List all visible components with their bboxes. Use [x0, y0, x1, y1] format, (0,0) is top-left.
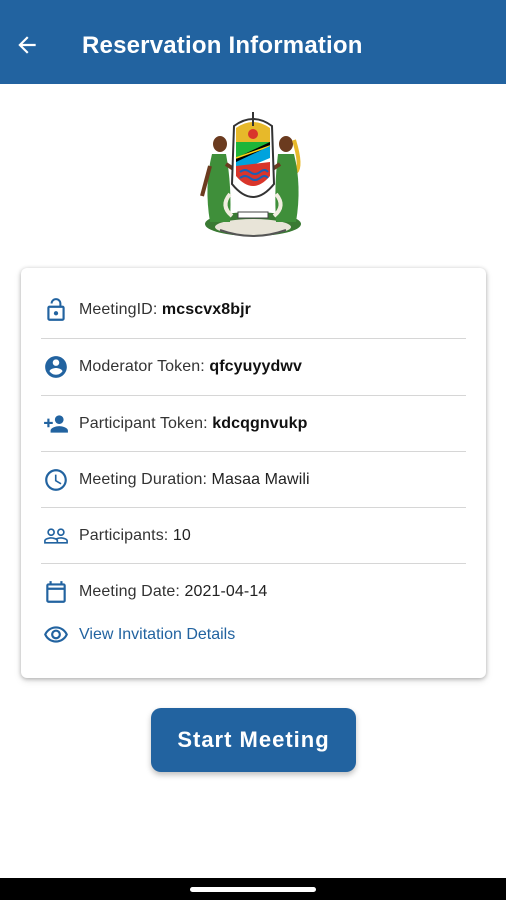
meeting-id-row: MeetingID: mcscvx8bjr: [41, 282, 466, 338]
eye-icon: [41, 620, 71, 650]
participant-token-value: kdcqgnvukp: [212, 415, 308, 432]
clock-icon: [41, 465, 71, 495]
calendar-icon: [41, 577, 71, 607]
meeting-duration-label: Meeting Duration:: [79, 471, 212, 488]
meeting-duration-row: Meeting Duration: Masaa Mawili: [41, 452, 466, 508]
app-bar: Reservation Information: [0, 0, 506, 84]
home-gesture-handle[interactable]: [190, 887, 316, 892]
lock-icon: [41, 295, 71, 325]
coat-of-arms-icon: [190, 106, 316, 240]
meeting-date-label: Meeting Date:: [79, 583, 185, 600]
people-icon: [41, 521, 71, 551]
view-invitation-details-label: View Invitation Details: [79, 626, 236, 643]
page-title: Reservation Information: [82, 32, 363, 59]
meeting-duration-value: Masaa Mawili: [211, 471, 310, 488]
meeting-date-value: 2021-04-14: [184, 583, 268, 600]
person-add-icon: [41, 409, 71, 439]
moderator-token-label: Moderator Token:: [79, 358, 210, 375]
meeting-id-value: mcscvx8bjr: [161, 301, 251, 318]
participant-token-row: Participant Token: kdcqgnvukp: [41, 396, 466, 452]
participant-token-label: Participant Token:: [79, 415, 213, 432]
reservation-details-card: MeetingID: mcscvx8bjr Moderator Token: q…: [21, 268, 486, 678]
participants-row: Participants: 10: [41, 508, 466, 564]
participants-label: Participants:: [79, 527, 173, 544]
arrow-back-icon: [18, 36, 36, 54]
back-button[interactable]: [12, 30, 42, 60]
moderator-token-value: qfcyuyydwv: [209, 358, 302, 375]
participants-value: 10: [172, 527, 191, 544]
start-meeting-button[interactable]: Start Meeting: [151, 708, 356, 772]
meeting-id-label: MeetingID:: [79, 301, 162, 318]
moderator-token-row: Moderator Token: qfcyuyydwv: [41, 339, 466, 395]
view-invitation-details-link[interactable]: View Invitation Details: [41, 620, 235, 650]
meeting-date-row: Meeting Date: 2021-04-14: [41, 564, 466, 620]
account-circle-icon: [41, 352, 71, 382]
